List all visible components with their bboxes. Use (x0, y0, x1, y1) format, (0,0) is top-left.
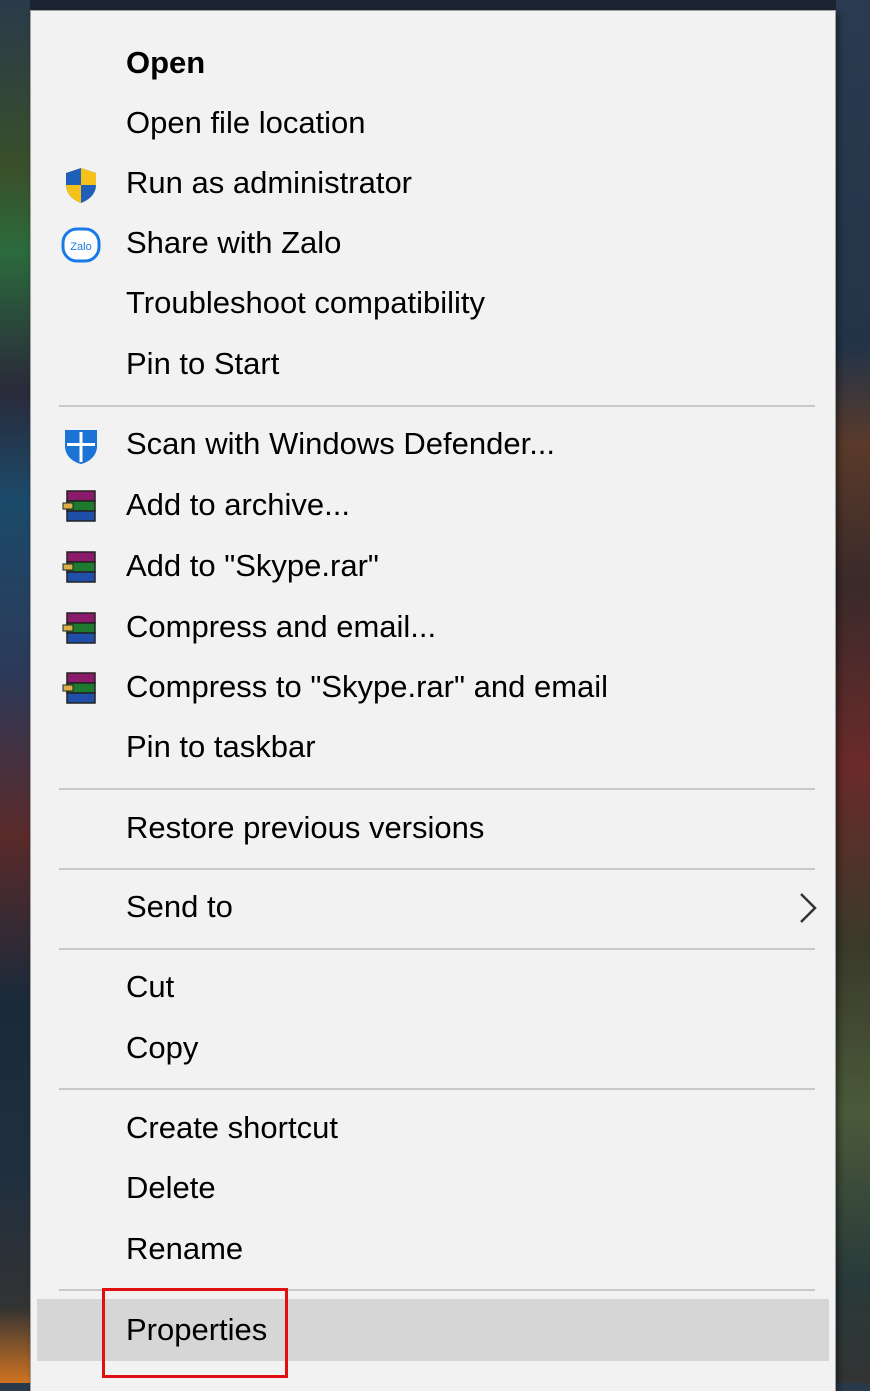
zalo-icon: Zalo (61, 227, 101, 263)
menu-item-copy[interactable]: Copy (37, 1020, 835, 1076)
winrar-icon (62, 551, 96, 583)
menu-item-pin-to-start[interactable]: Pin to Start (37, 336, 835, 392)
winrar-icon (62, 612, 96, 644)
menu-item-cut[interactable]: Cut (37, 959, 835, 1015)
menu-item-label: Create shortcut (126, 1110, 338, 1145)
menu-item-label: Scan with Windows Defender... (126, 426, 556, 461)
menu-item-label: Compress and email... (126, 609, 437, 644)
menu-item-share-with-zalo[interactable]: Zalo Share with Zalo (37, 215, 835, 271)
desktop-background-left (0, 0, 30, 1391)
menu-item-label: Add to archive... (126, 487, 351, 522)
menu-item-label: Send to (126, 889, 233, 924)
menu-item-label: Cut (126, 969, 175, 1004)
winrar-icon (62, 490, 96, 522)
menu-separator (59, 868, 815, 870)
menu-item-send-to[interactable]: Send to (37, 879, 835, 935)
menu-item-add-to-archive[interactable]: Add to archive... (37, 477, 835, 533)
menu-item-label: Run as administrator (126, 165, 413, 200)
menu-item-restore-previous-versions[interactable]: Restore previous versions (37, 800, 835, 856)
menu-item-label: Open file location (126, 105, 366, 140)
menu-item-label: Add to "Skype.rar" (126, 548, 379, 583)
menu-item-label: Pin to taskbar (126, 729, 316, 764)
chevron-right-icon (800, 893, 817, 923)
menu-item-rename[interactable]: Rename (37, 1221, 835, 1277)
menu-item-label: Compress to "Skype.rar" and email (126, 669, 609, 704)
menu-separator (59, 788, 815, 790)
menu-item-compress-to-skype-rar-and-email[interactable]: Compress to "Skype.rar" and email (37, 659, 835, 715)
menu-item-run-as-administrator[interactable]: Run as administrator (37, 155, 835, 211)
menu-item-pin-to-taskbar[interactable]: Pin to taskbar (37, 719, 835, 775)
menu-separator (59, 948, 815, 950)
menu-item-compress-and-email[interactable]: Compress and email... (37, 599, 835, 655)
menu-item-open-file-location[interactable]: Open file location (37, 95, 835, 151)
menu-item-label: Restore previous versions (126, 810, 485, 845)
menu-item-label: Share with Zalo (126, 225, 342, 260)
menu-item-create-shortcut[interactable]: Create shortcut (37, 1100, 835, 1156)
menu-item-delete[interactable]: Delete (37, 1160, 835, 1216)
windows-defender-icon (65, 430, 97, 464)
menu-item-label: Copy (126, 1030, 199, 1065)
menu-item-add-to-skype-rar[interactable]: Add to "Skype.rar" (37, 538, 835, 594)
menu-item-troubleshoot-compatibility[interactable]: Troubleshoot compatibility (37, 275, 835, 331)
highlight-annotation-box (102, 1288, 288, 1378)
menu-item-label: Open (126, 45, 206, 80)
winrar-icon (62, 672, 96, 704)
menu-item-label: Troubleshoot compatibility (126, 285, 485, 320)
menu-item-scan-windows-defender[interactable]: Scan with Windows Defender... (37, 416, 835, 472)
menu-item-open[interactable]: Open (37, 35, 835, 91)
context-menu: Open Open file location Run as administr… (30, 10, 836, 1391)
menu-item-label: Rename (126, 1231, 244, 1266)
desktop-background-right (836, 0, 870, 1391)
menu-item-label: Pin to Start (126, 346, 280, 381)
menu-separator (59, 1088, 815, 1090)
uac-shield-icon (66, 168, 96, 203)
zalo-icon-text: Zalo (70, 241, 91, 253)
menu-separator (59, 405, 815, 407)
menu-item-label: Delete (126, 1170, 216, 1205)
